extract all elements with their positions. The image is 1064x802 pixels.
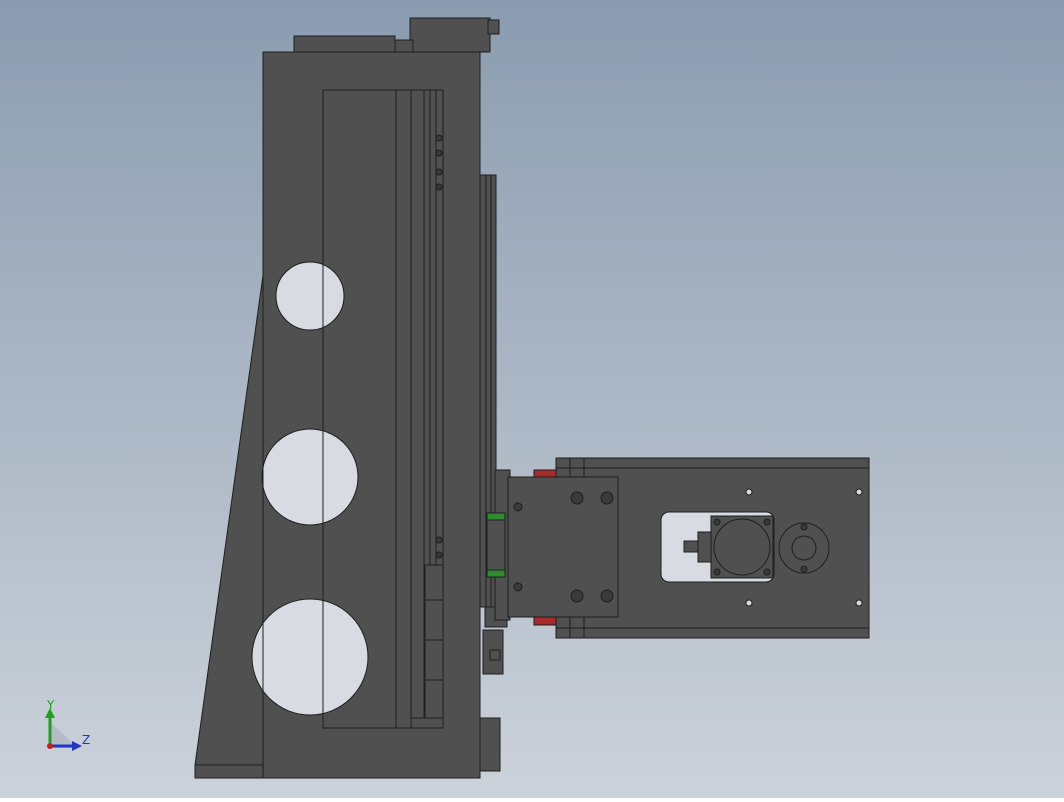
top-coupler [394, 39, 414, 53]
motor-screw [763, 568, 771, 576]
motor-shaft [683, 540, 699, 553]
motor-screw [713, 568, 721, 576]
carriage-screw [513, 502, 523, 512]
carriage-screw [513, 582, 523, 592]
carriage-bolt [570, 589, 584, 603]
horizontal-arm-assembly[interactable] [486, 457, 870, 639]
bearing-screw [800, 565, 808, 573]
top-motor-cap [487, 19, 500, 35]
screw-head [435, 134, 443, 142]
y-axis-label: Y [47, 698, 55, 712]
lightening-hole [275, 261, 345, 331]
screw-head [435, 168, 443, 176]
lower-bracket [479, 717, 501, 772]
sensor-tab [489, 649, 501, 661]
bearing-screw [800, 523, 808, 531]
screw-head [435, 536, 443, 544]
carriage-bolt [600, 491, 614, 505]
cad-viewport[interactable]: Y Z [0, 0, 1064, 798]
arm-mount-hole [745, 488, 753, 496]
lightening-hole [261, 428, 359, 526]
arm-mount-hole [745, 599, 753, 607]
limit-stop-bottom [533, 616, 557, 626]
arm-mount-hole [855, 488, 863, 496]
arm-mount-hole [855, 599, 863, 607]
top-motor-block [409, 17, 491, 53]
bearing-inner [791, 535, 817, 561]
module-bottom-cap [410, 717, 444, 729]
cable-carrier [424, 564, 444, 719]
guide-block-marker [486, 569, 506, 578]
lightening-hole [251, 598, 369, 716]
guide-block [486, 519, 506, 571]
z-axis-label: Z [82, 733, 91, 747]
motor-screw [713, 518, 721, 526]
motor-gearbox [697, 531, 712, 563]
viewport-background [0, 0, 1064, 798]
base-plate-left [194, 764, 264, 779]
screw-head [435, 183, 443, 191]
cad-model-view[interactable] [0, 0, 1064, 798]
guide-block-marker [486, 512, 506, 521]
triad-origin [47, 743, 53, 749]
screw-head [435, 551, 443, 559]
top-plate [293, 35, 396, 53]
servo-motor-body [713, 518, 771, 576]
screw-head [435, 149, 443, 157]
carriage-bolt [570, 491, 584, 505]
carriage-bolt [600, 589, 614, 603]
motor-screw [763, 518, 771, 526]
